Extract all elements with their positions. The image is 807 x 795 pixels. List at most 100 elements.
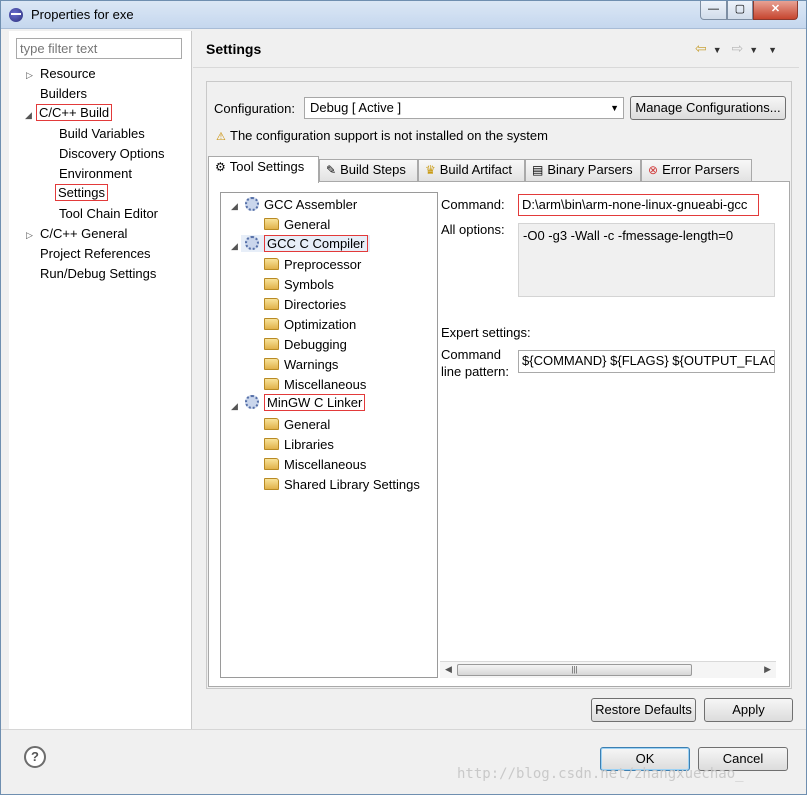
expand-arrow-icon[interactable]: ▷ (26, 70, 33, 81)
scroll-left-icon[interactable]: ◀ (445, 664, 452, 675)
tab-build-steps[interactable]: ✎ Build Steps (319, 159, 418, 181)
nav-item-build-variables[interactable]: Build Variables (59, 126, 145, 141)
option-folder-icon (264, 478, 279, 490)
collapse-arrow-icon[interactable]: ◢ (231, 401, 238, 412)
option-folder-icon (264, 458, 279, 470)
tree-item-warnings[interactable]: Warnings (264, 357, 338, 372)
tree-item-libraries[interactable]: Libraries (264, 437, 334, 452)
tab-label: Build Artifact (439, 162, 513, 177)
tab-build-artifact[interactable]: ♛ Build Artifact (418, 159, 525, 181)
forward-dropdown-icon[interactable]: ▼ (749, 45, 758, 55)
tree-item-asm-general[interactable]: General (264, 217, 330, 232)
tree-item-optimization[interactable]: Optimization (264, 317, 356, 332)
view-menu-icon[interactable]: ▼ (768, 45, 777, 55)
manage-configurations-button[interactable]: Manage Configurations... (630, 96, 786, 120)
nav-item-builders[interactable]: Builders (40, 86, 87, 101)
config-warning: ⚠ The configuration support is not instal… (216, 128, 548, 143)
window-title: Properties for exe (31, 7, 134, 22)
eclipse-icon (9, 8, 23, 22)
tree-item-symbols[interactable]: Symbols (264, 277, 334, 292)
page-title: Settings (206, 41, 262, 57)
warning-text: The configuration support is not install… (230, 128, 548, 143)
option-folder-icon (264, 338, 279, 350)
tree-item-debugging[interactable]: Debugging (264, 337, 347, 352)
option-folder-icon (264, 418, 279, 430)
configuration-label: Configuration: (214, 101, 295, 116)
trophy-icon: ♛ (425, 163, 436, 177)
command-line-pattern-label-1: Command (441, 347, 501, 362)
nav-item-project-references[interactable]: Project References (40, 246, 151, 261)
minimize-button[interactable]: — (700, 1, 727, 20)
tab-tool-settings[interactable]: ⚙ Tool Settings (208, 156, 319, 183)
tree-item-gcc-assembler[interactable]: GCC Assembler (245, 197, 357, 212)
tree-item-gcc-c-compiler[interactable]: GCC C Compiler (241, 235, 370, 252)
option-folder-icon (264, 438, 279, 450)
collapse-arrow-icon[interactable]: ◢ (25, 110, 32, 121)
tool-icon (245, 236, 259, 250)
error-icon: ⊗ (648, 163, 659, 177)
collapse-arrow-icon[interactable]: ◢ (231, 201, 238, 212)
horizontal-scrollbar[interactable]: ◀ ||| ▶ (440, 661, 776, 678)
filter-input[interactable] (16, 38, 182, 59)
footer-divider (1, 729, 806, 730)
warning-icon: ⚠ (216, 131, 226, 143)
close-button[interactable]: ✕ (753, 1, 798, 20)
tree-item-linker-general[interactable]: General (264, 417, 330, 432)
back-arrow-icon[interactable]: ⇦ (695, 40, 707, 56)
chevron-down-icon: ▼ (610, 103, 619, 113)
expand-arrow-icon[interactable]: ▷ (26, 230, 33, 241)
binary-file-icon: ▤ (532, 163, 544, 177)
option-folder-icon (264, 358, 279, 370)
expert-settings-label: Expert settings: (441, 325, 531, 340)
tree-item-miscellaneous[interactable]: Miscellaneous (264, 377, 366, 392)
wrench-icon: ✎ (326, 163, 337, 177)
tree-item-mingw-c-linker[interactable]: MinGW C Linker (245, 394, 366, 411)
configuration-select[interactable]: Debug [ Active ] ▼ (304, 97, 624, 119)
tree-item-directories[interactable]: Directories (264, 297, 346, 312)
command-line-pattern-label-2: line pattern: (441, 364, 509, 379)
tab-binary-parsers[interactable]: ▤ Binary Parsers (525, 159, 641, 181)
collapse-arrow-icon[interactable]: ◢ (231, 241, 238, 252)
tool-icon (245, 395, 259, 409)
help-icon[interactable]: ? (24, 746, 46, 768)
tool-icon (245, 197, 259, 211)
nav-item-resource[interactable]: Resource (40, 66, 96, 81)
nav-item-discovery-options[interactable]: Discovery Options (59, 146, 164, 161)
nav-item-cpp-build[interactable]: C/C++ Build (36, 104, 113, 121)
configuration-value: Debug [ Active ] (310, 100, 402, 115)
nav-item-environment[interactable]: Environment (59, 166, 132, 181)
gear-icon: ⚙ (215, 160, 226, 174)
forward-arrow-icon[interactable]: ⇨ (732, 40, 744, 56)
back-dropdown-icon[interactable]: ▼ (713, 45, 722, 55)
tree-item-shared-library-settings[interactable]: Shared Library Settings (264, 477, 420, 492)
scroll-thumb[interactable]: ||| (457, 664, 692, 676)
command-label: Command: (441, 197, 505, 212)
all-options-label: All options: (441, 222, 505, 237)
command-line-pattern-field[interactable]: ${COMMAND} ${FLAGS} ${OUTPUT_FLAG}${OUTP… (518, 350, 775, 373)
watermark: http://blog.csdn.net/zhangxuechao_ (457, 766, 744, 782)
nav-item-tool-chain-editor[interactable]: Tool Chain Editor (59, 206, 158, 221)
tab-label: Error Parsers (662, 162, 740, 177)
option-folder-icon (264, 378, 279, 390)
option-folder-icon (264, 218, 279, 230)
scroll-right-icon[interactable]: ▶ (764, 664, 771, 675)
tab-label: Binary Parsers (547, 162, 633, 177)
nav-item-cpp-general[interactable]: C/C++ General (40, 226, 127, 241)
tab-label: Build Steps (340, 162, 406, 177)
history-nav: ⇦ ▼ ⇨ ▼ ▼ (695, 40, 783, 57)
restore-defaults-button[interactable]: Restore Defaults (591, 698, 696, 722)
maximize-button[interactable]: ▢ (727, 1, 753, 20)
option-folder-icon (264, 258, 279, 270)
nav-item-settings[interactable]: Settings (55, 184, 108, 201)
all-options-field[interactable]: -O0 -g3 -Wall -c -fmessage-length=0 (518, 223, 775, 297)
header-divider (193, 67, 799, 68)
option-folder-icon (264, 298, 279, 310)
command-field[interactable]: D:\arm\bin\arm-none-linux-gnueabi-gcc (518, 194, 759, 216)
title-bar: Properties for exe — ▢ ✕ (1, 1, 806, 29)
tab-error-parsers[interactable]: ⊗ Error Parsers (641, 159, 752, 181)
nav-item-run-debug-settings[interactable]: Run/Debug Settings (40, 266, 156, 281)
tree-item-preprocessor[interactable]: Preprocessor (264, 257, 361, 272)
apply-button[interactable]: Apply (704, 698, 793, 722)
option-folder-icon (264, 318, 279, 330)
tree-item-linker-miscellaneous[interactable]: Miscellaneous (264, 457, 366, 472)
